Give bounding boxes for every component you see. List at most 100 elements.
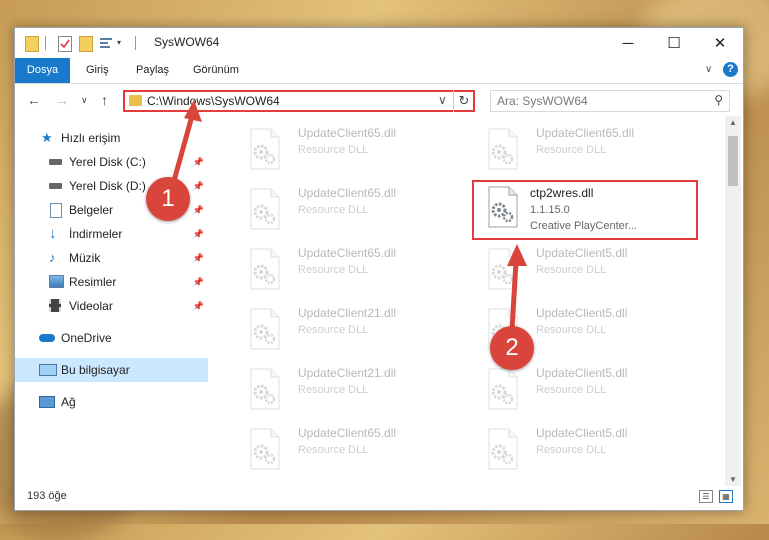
forward-arrow-icon[interactable]: →: [55, 92, 69, 108]
sidebar-item-network[interactable]: Ağ: [15, 390, 208, 414]
pin-icon[interactable]: 📌: [193, 150, 204, 174]
tab-share[interactable]: Paylaş: [136, 58, 169, 83]
minimize-button[interactable]: ─: [605, 28, 651, 58]
sidebar-item-label: Yerel Disk (D:): [69, 179, 146, 193]
sidebar-item-label: Resimler: [69, 275, 117, 289]
sidebar-item-label: Yerel Disk (C:): [69, 155, 146, 169]
file-name: ctp2wres.dll: [530, 186, 594, 200]
dll-file-icon: [248, 188, 282, 230]
dll-file-icon: [486, 368, 520, 410]
sidebar-item-label: Ağ: [61, 395, 76, 409]
file-version: Resource DLL: [298, 144, 369, 156]
music-icon: ♪: [49, 250, 56, 265]
cloud-icon: [39, 334, 55, 342]
file-item[interactable]: UpdateClient21.dll Resource DLL: [248, 304, 478, 354]
file-item[interactable]: UpdateClient65.dll Resource DLL: [248, 244, 478, 294]
pin-icon[interactable]: 📌: [193, 222, 204, 246]
file-version: 1.1.15.0: [530, 204, 570, 216]
maximize-button[interactable]: ☐: [651, 28, 697, 58]
file-version: Resource DLL: [298, 204, 369, 216]
search-icon[interactable]: ⚲: [714, 93, 723, 107]
file-item[interactable]: UpdateClient65.dll Resource DLL: [486, 124, 716, 174]
title-bar: ▾ SysWOW64 ─ ☐ ✕: [15, 28, 743, 58]
help-icon[interactable]: ?: [723, 62, 738, 77]
address-bar[interactable]: C:\Windows\SysWOW64 ∨ ↻: [123, 90, 475, 112]
quick-access-toolbar-icon[interactable]: [99, 36, 113, 50]
drive-icon: [49, 159, 62, 165]
pin-icon[interactable]: 📌: [193, 270, 204, 294]
dll-file-icon: [486, 248, 520, 290]
file-item[interactable]: UpdateClient65.dll Resource DLL: [248, 124, 478, 174]
file-item[interactable]: UpdateClient5.dll Resource DLL: [486, 244, 716, 294]
details-view-icon[interactable]: ☰: [699, 490, 713, 503]
chevron-down-icon[interactable]: ▾: [117, 36, 127, 50]
scroll-up-icon[interactable]: ▲: [725, 118, 741, 127]
search-placeholder: Ara: SysWOW64: [497, 94, 588, 108]
file-list: UpdateClient65.dll Resource DLL UpdateClie…: [210, 116, 725, 486]
tab-view[interactable]: Görünüm: [193, 58, 239, 83]
file-version: Resource DLL: [298, 324, 369, 336]
tab-home[interactable]: Giriş: [86, 58, 109, 83]
scroll-down-icon[interactable]: ▼: [725, 475, 741, 484]
file-name: UpdateClient65.dll: [536, 126, 635, 140]
download-icon: ↓: [49, 225, 57, 242]
file-name: UpdateClient65.dll: [298, 186, 397, 200]
back-arrow-icon[interactable]: ←: [27, 92, 41, 108]
recent-locations-chevron-icon[interactable]: ∨: [81, 95, 88, 106]
sidebar-item-onedrive[interactable]: OneDrive: [15, 326, 208, 350]
new-folder-icon[interactable]: [79, 36, 93, 52]
ribbon-tabs: Dosya Giriş Paylaş Görünüm ∨ ?: [15, 58, 743, 84]
large-icons-view-icon[interactable]: ▦: [719, 490, 733, 503]
sidebar-item-downloads[interactable]: ↓ İndirmeler 📌: [15, 222, 208, 246]
file-name: UpdateClient65.dll: [298, 126, 397, 140]
vertical-scrollbar[interactable]: ▲ ▼: [725, 116, 741, 486]
pin-icon[interactable]: 📌: [193, 246, 204, 270]
pin-icon[interactable]: 📌: [193, 294, 204, 318]
pin-icon[interactable]: 📌: [193, 174, 204, 198]
status-bar: 193 öğe ☰ ▦: [15, 486, 743, 510]
network-icon: [39, 396, 55, 408]
pin-icon[interactable]: 📌: [193, 198, 204, 222]
file-name: UpdateClient5.dll: [536, 366, 628, 380]
file-version: Resource DLL: [536, 264, 607, 276]
sidebar-item-music[interactable]: ♪ Müzik 📌: [15, 246, 208, 270]
file-version: Resource DLL: [298, 264, 369, 276]
sidebar-item-label: Hızlı erişim: [61, 131, 121, 145]
file-version: Resource DLL: [536, 444, 607, 456]
address-path: C:\Windows\SysWOW64: [147, 94, 280, 108]
scrollbar-thumb[interactable]: [728, 136, 738, 186]
file-name: UpdateClient65.dll: [298, 426, 397, 440]
file-item[interactable]: UpdateClient65.dll Resource DLL: [248, 424, 478, 474]
sidebar-item-videos[interactable]: Videolar 📌: [15, 294, 208, 318]
file-version: Resource DLL: [536, 144, 607, 156]
ribbon-expand-icon[interactable]: ∨: [705, 64, 712, 75]
dll-file-icon: [486, 186, 520, 228]
file-item[interactable]: UpdateClient5.dll Resource DLL: [486, 424, 716, 474]
search-input[interactable]: Ara: SysWOW64 ⚲: [490, 90, 730, 112]
file-item[interactable]: UpdateClient65.dll Resource DLL: [248, 184, 478, 234]
sidebar-item-pictures[interactable]: Resimler 📌: [15, 270, 208, 294]
divider: [135, 36, 136, 50]
sidebar-item-label: Müzik: [69, 251, 101, 265]
item-count: 193 öğe: [27, 490, 67, 502]
refresh-icon[interactable]: ↻: [453, 90, 474, 112]
selected-file-item[interactable]: ctp2wres.dll 1.1.15.0 Creative PlayCenter.…: [472, 180, 698, 240]
sidebar-item-quick-access[interactable]: ★ Hızlı erişim: [15, 126, 208, 150]
tab-file[interactable]: Dosya: [15, 58, 70, 83]
window-title: SysWOW64: [154, 35, 220, 49]
file-version: Resource DLL: [536, 324, 607, 336]
properties-icon[interactable]: [58, 36, 72, 52]
sidebar-item-local-disk-c[interactable]: Yerel Disk (C:) 📌: [15, 150, 208, 174]
sidebar-item-label: OneDrive: [61, 331, 112, 345]
file-name: UpdateClient21.dll: [298, 366, 397, 380]
up-arrow-icon[interactable]: ↑: [101, 92, 108, 108]
sidebar-item-label: İndirmeler: [69, 227, 123, 241]
file-item[interactable]: UpdateClient5.dll Resource DLL: [486, 364, 716, 414]
chevron-down-icon[interactable]: ∨: [438, 93, 447, 107]
dll-file-icon: [248, 248, 282, 290]
close-button[interactable]: ✕: [697, 28, 743, 58]
sidebar-item-this-pc[interactable]: Bu bilgisayar: [15, 358, 208, 382]
file-item[interactable]: UpdateClient21.dll Resource DLL: [248, 364, 478, 414]
divider: [45, 36, 46, 50]
file-description: Creative PlayCenter...: [530, 220, 637, 232]
